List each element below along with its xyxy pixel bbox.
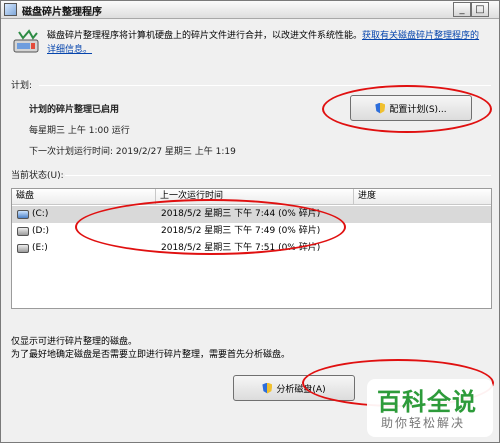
current-status-label: 当前状态(U):: [11, 171, 64, 181]
schedule-section-label: 计划:: [11, 81, 33, 91]
site-watermark: 百科全说 助你轻松解决: [367, 379, 493, 437]
disk-defragmenter-window: 磁盘碎片整理程序 _ □ 磁盘碎片整理程序将计算机硬盘上的碎片文件进行合并，以改…: [0, 0, 500, 443]
disk-row-c[interactable]: (C:) 2018/5/2 星期三 下午 7:44 (0% 碎片): [12, 206, 491, 223]
intro-description: 磁盘碎片整理程序将计算机硬盘上的碎片文件进行合并，以改进文件系统性能。: [47, 31, 363, 41]
current-status-separator: [65, 175, 491, 176]
configure-schedule-button[interactable]: 配置计划(S)...: [350, 95, 472, 121]
maximize-button[interactable]: □: [471, 2, 489, 17]
analyze-disk-label: 分析磁盘(A): [276, 384, 326, 395]
disk-name: (C:): [32, 209, 49, 219]
watermark-logo-text: 百科全说: [377, 388, 477, 416]
eligible-disks-note: 仅显示可进行碎片整理的磁盘。: [11, 337, 138, 347]
column-header-progress[interactable]: 进度: [354, 189, 491, 205]
schedule-recurrence: 每星期三 上午 1:00 运行: [29, 126, 130, 136]
last-run-time: 2018/5/2 星期三 下午 7:49 (0% 碎片): [161, 226, 321, 236]
configure-schedule-label: 配置计划(S)...: [389, 104, 447, 115]
schedule-separator: [39, 85, 491, 86]
analysis-advice-note: 为了最好地确定磁盘是否需要立即进行碎片整理，需要首先分析磁盘。: [11, 350, 291, 360]
watermark-tagline: 助你轻松解决: [381, 416, 466, 430]
admin-shield-icon: [262, 382, 273, 394]
defragmenter-icon: [13, 29, 39, 53]
hard-drive-icon: [17, 244, 29, 253]
minimize-button[interactable]: _: [453, 2, 471, 17]
defragmenter-app-icon: [4, 3, 17, 16]
schedule-status: 计划的碎片整理已启用: [29, 105, 120, 115]
last-run-time: 2018/5/2 星期三 下午 7:51 (0% 碎片): [161, 243, 321, 253]
window-title: 磁盘碎片整理程序: [22, 7, 102, 18]
last-run-time: 2018/5/2 星期三 下午 7:44 (0% 碎片): [161, 209, 321, 219]
column-header-last-run[interactable]: 上一次运行时间: [156, 189, 354, 205]
disk-row-d[interactable]: (D:) 2018/5/2 星期三 下午 7:49 (0% 碎片): [12, 223, 491, 240]
hard-drive-icon: [17, 227, 29, 236]
analyze-disk-button[interactable]: 分析磁盘(A): [233, 375, 355, 401]
intro-text: 磁盘碎片整理程序将计算机硬盘上的碎片文件进行合并，以改进文件系统性能。获取有关磁…: [47, 29, 487, 57]
column-header-disk[interactable]: 磁盘: [12, 189, 156, 205]
disk-row-e[interactable]: (E:) 2018/5/2 星期三 下午 7:51 (0% 碎片): [12, 240, 491, 257]
admin-shield-icon: [375, 102, 386, 114]
title-bar: 磁盘碎片整理程序 _ □: [1, 1, 499, 19]
next-scheduled-run: 下一次计划运行时间: 2019/2/27 星期三 上午 1:19: [29, 147, 236, 157]
system-drive-icon: [17, 210, 29, 219]
disk-status-table[interactable]: 磁盘 上一次运行时间 进度 (C:) 2018/5/2 星期三 下午 7:44 …: [11, 188, 492, 309]
disk-name: (E:): [32, 243, 48, 253]
disk-name: (D:): [32, 226, 49, 236]
